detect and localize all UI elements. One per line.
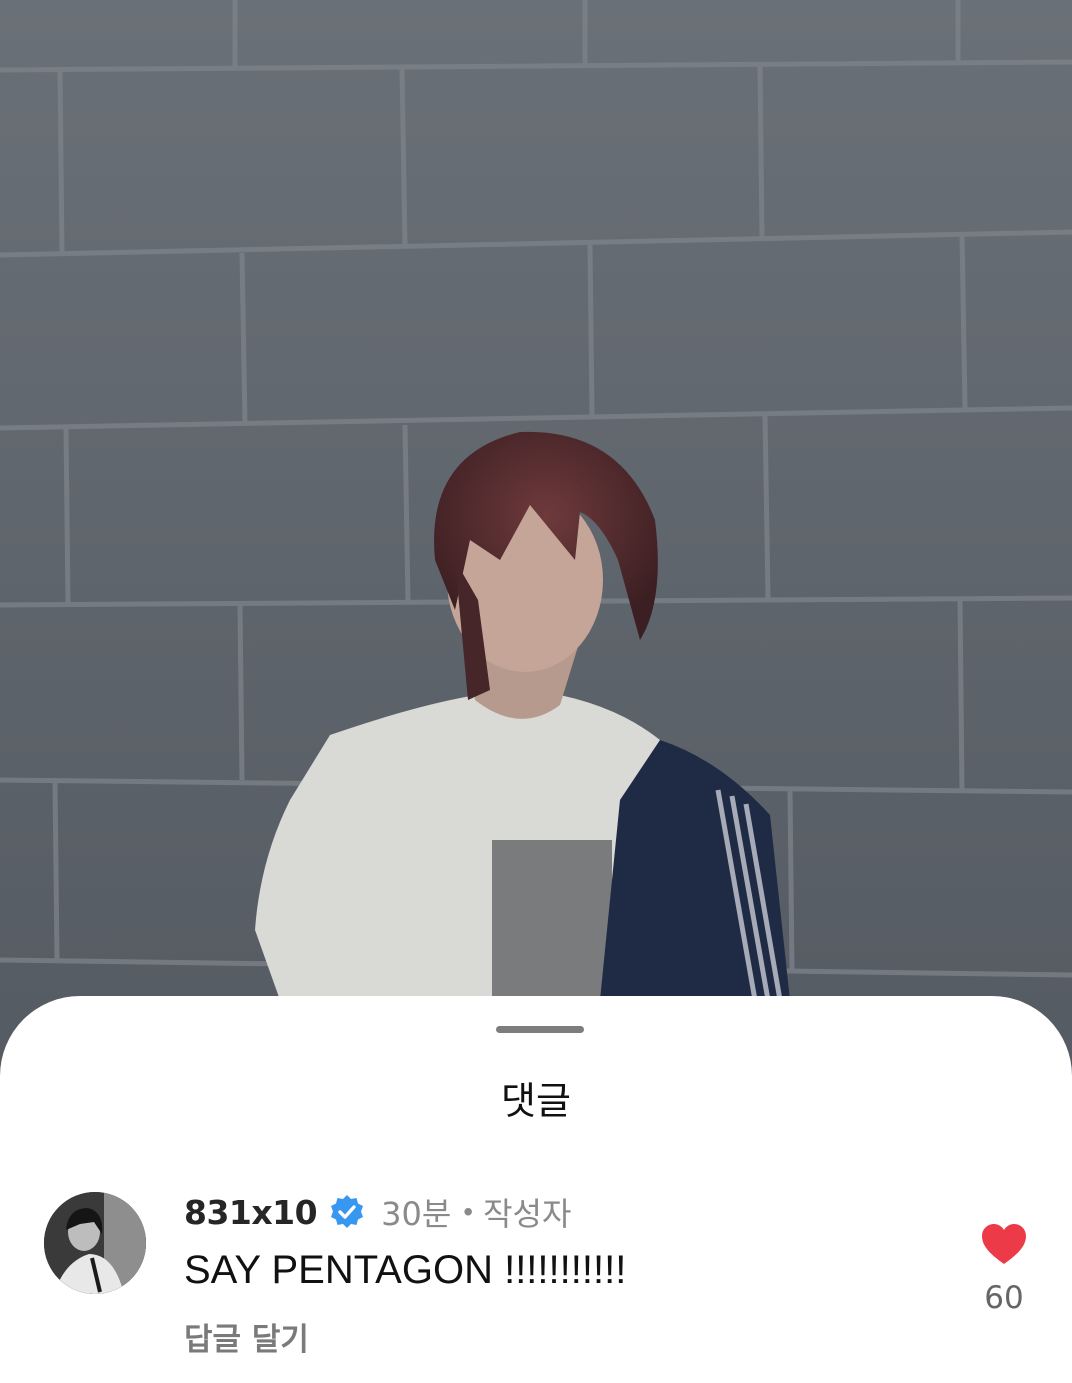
- username[interactable]: 831x10: [184, 1193, 318, 1232]
- author-label: 작성자: [483, 1195, 572, 1233]
- like-count: 60: [984, 1280, 1024, 1316]
- sheet-title: 댓글: [501, 1079, 571, 1123]
- comments-sheet: 댓글 831x10 30분 • 작성자 SAY PENTAGON !!!!!!!…: [0, 996, 1072, 1383]
- comment-text: SAY PENTAGON !!!!!!!!!!!: [184, 1248, 627, 1292]
- sheet-drag-handle[interactable]: [496, 1026, 584, 1033]
- like-button[interactable]: 60: [974, 1222, 1034, 1316]
- avatar[interactable]: [44, 1192, 146, 1294]
- meta-separator: •: [463, 1196, 474, 1227]
- comment-item: 831x10 30분 • 작성자 SAY PENTAGON !!!!!!!!!!…: [44, 1192, 1044, 1362]
- comment-meta: 831x10 30분 • 작성자: [184, 1192, 572, 1234]
- reply-button[interactable]: 답글 달기: [184, 1314, 309, 1359]
- heart-icon[interactable]: [980, 1222, 1028, 1266]
- verified-badge-icon: [331, 1195, 364, 1228]
- comment-time: 30분: [381, 1195, 452, 1233]
